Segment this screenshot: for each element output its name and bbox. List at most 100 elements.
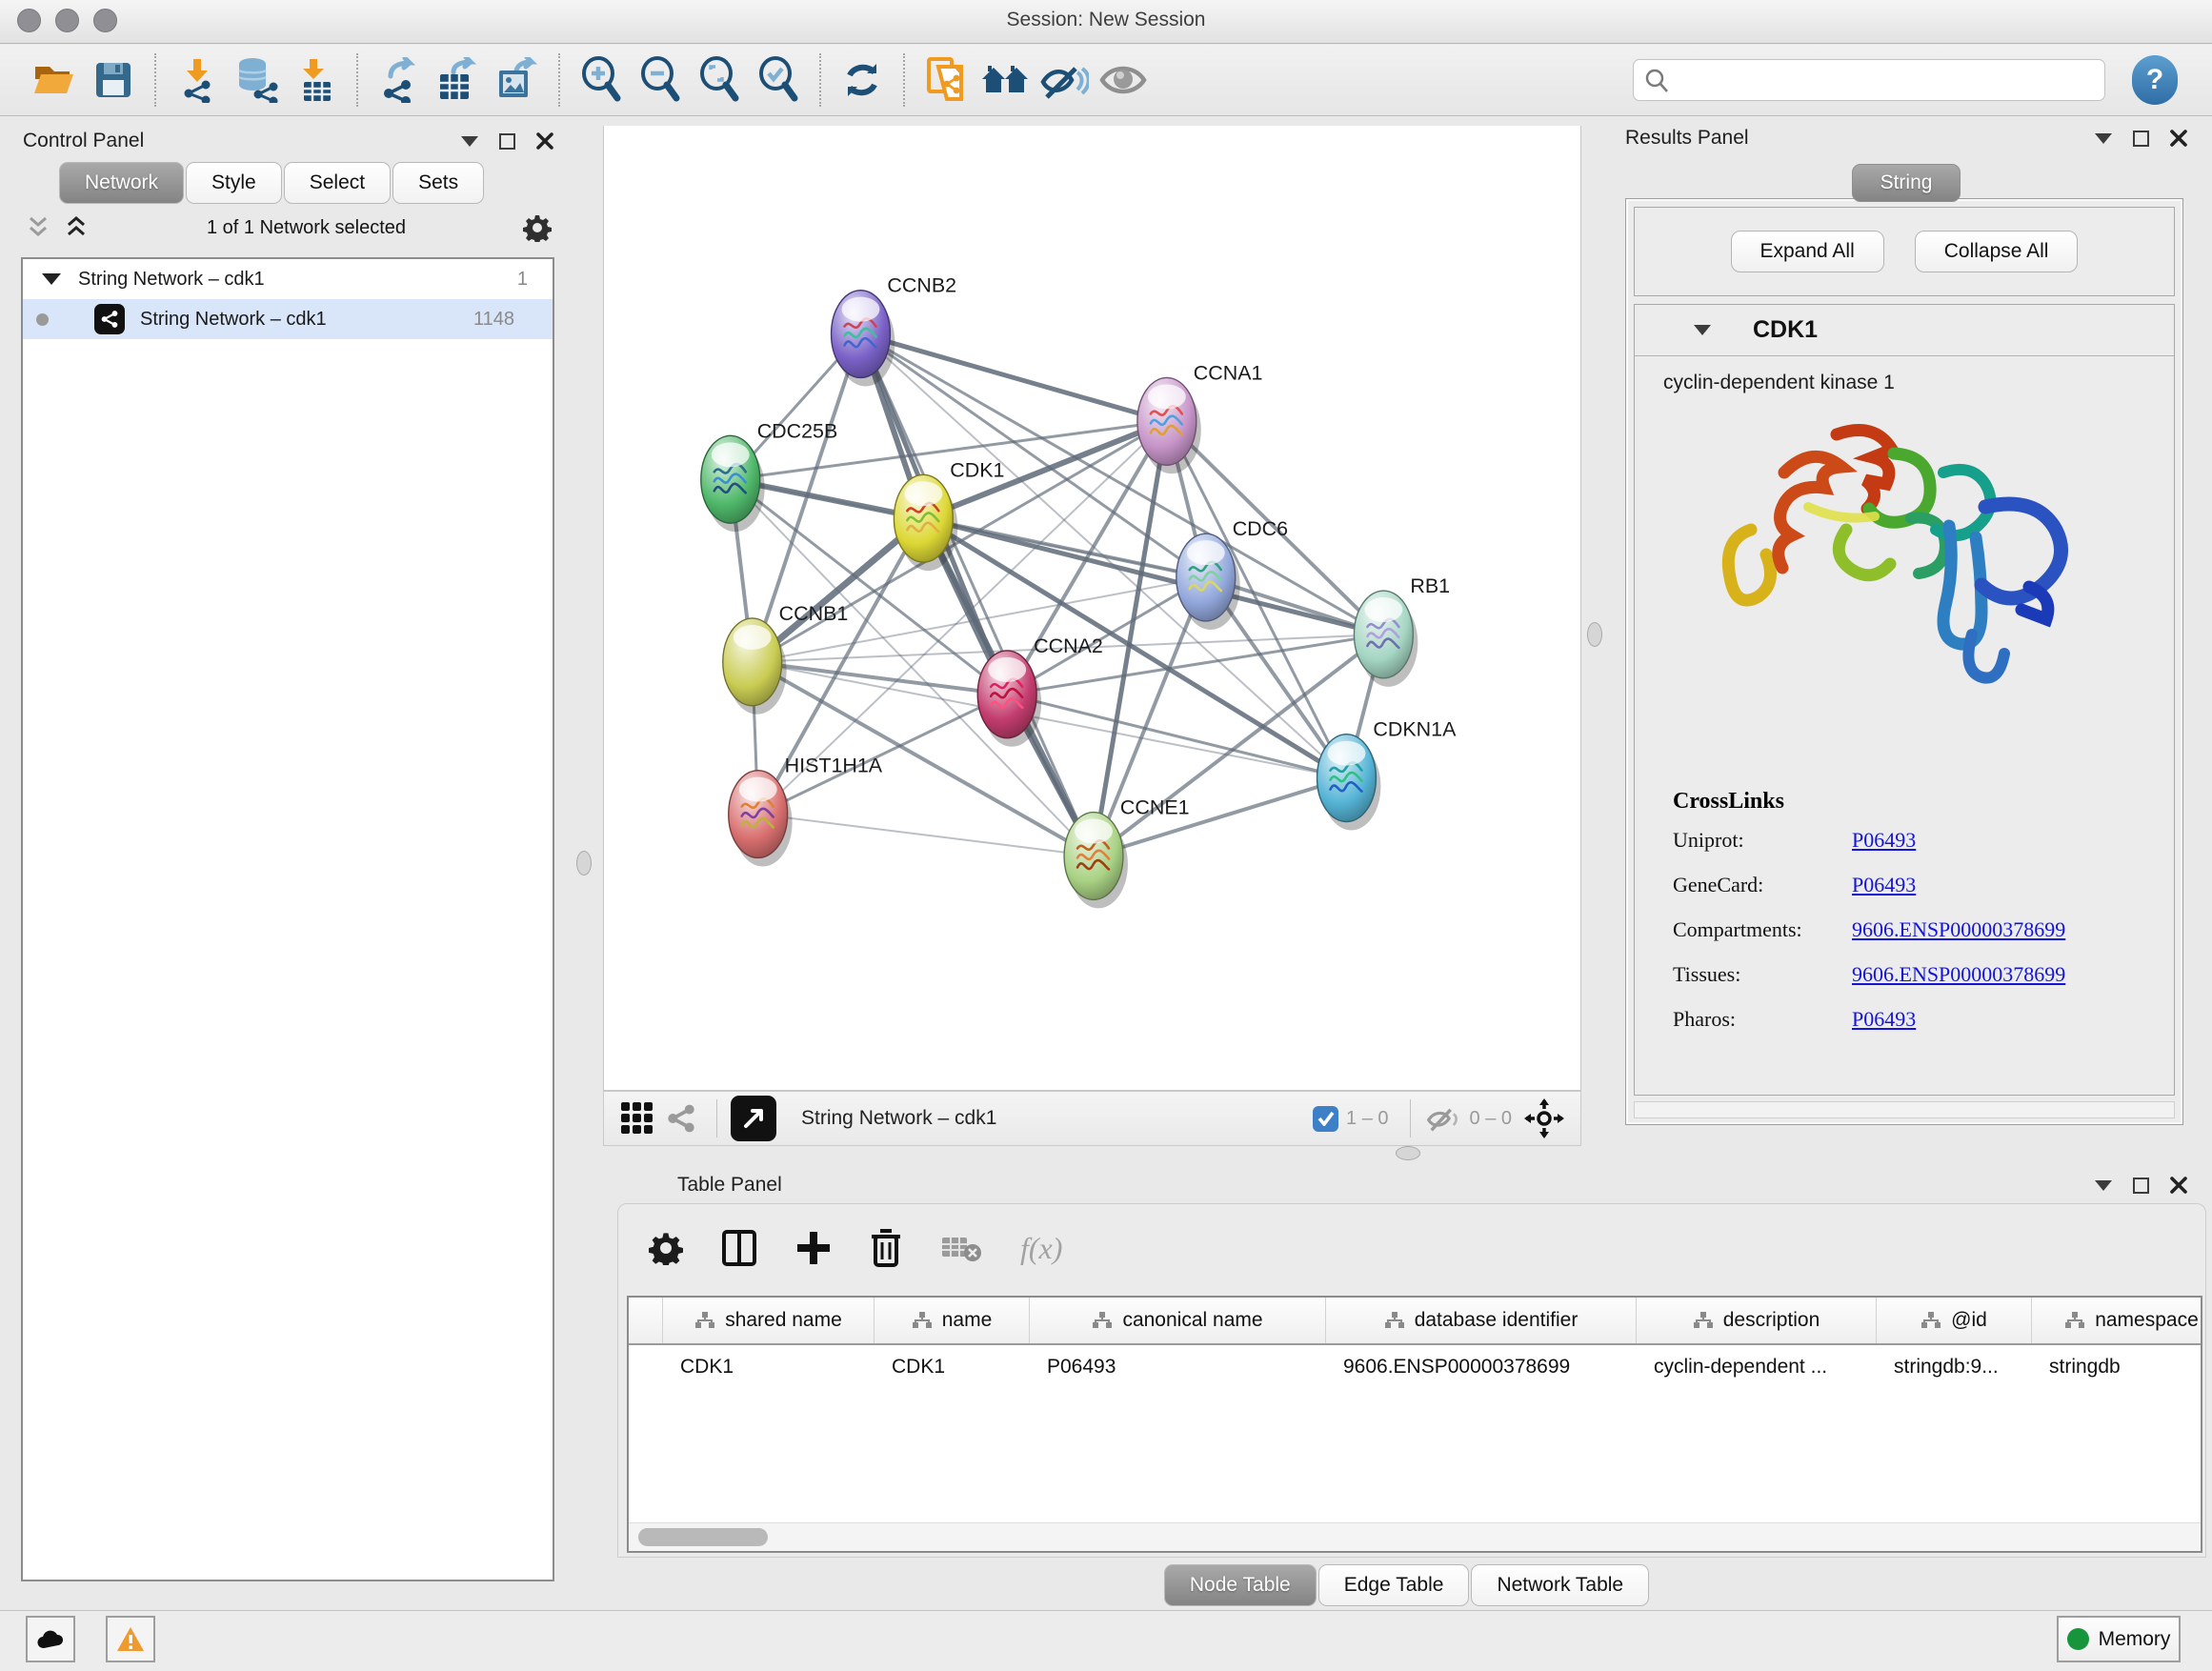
panel-menu-icon[interactable] bbox=[461, 136, 478, 147]
column-header-namespace[interactable]: namespace bbox=[2032, 1298, 2202, 1343]
crosslink-label: Uniprot: bbox=[1673, 828, 1852, 853]
panel-float-icon[interactable] bbox=[2133, 131, 2149, 147]
import-network-database-icon[interactable] bbox=[227, 50, 286, 110]
network-list-icon[interactable] bbox=[659, 1097, 703, 1140]
tab-string[interactable]: String bbox=[1852, 164, 1961, 202]
panel-menu-icon[interactable] bbox=[2095, 133, 2112, 144]
network-collection-row[interactable]: String Network – cdk1 1 bbox=[23, 259, 553, 299]
panel-close-icon[interactable] bbox=[2170, 1177, 2187, 1194]
expand-all-icon[interactable] bbox=[63, 215, 90, 240]
network-node-CDKN1A[interactable]: CDKN1A bbox=[1317, 718, 1458, 831]
delete-column-icon[interactable] bbox=[870, 1229, 902, 1267]
network-row[interactable]: String Network – cdk1 11 48 bbox=[23, 299, 553, 339]
crosslink-row: GeneCard:P06493 bbox=[1673, 873, 2174, 917]
network-edge[interactable] bbox=[860, 334, 1166, 422]
tab-network-table[interactable]: Network Table bbox=[1471, 1564, 1649, 1606]
column-header-description[interactable]: description bbox=[1637, 1298, 1877, 1343]
save-session-icon[interactable] bbox=[84, 50, 143, 110]
zoom-fit-icon[interactable] bbox=[690, 50, 749, 110]
panel-close-icon[interactable] bbox=[2170, 130, 2187, 147]
network-edge[interactable] bbox=[860, 334, 1094, 856]
network-selection-status: 1 of 1 Network selected bbox=[90, 217, 523, 239]
fit-selected-crosshair-icon[interactable] bbox=[1519, 1096, 1569, 1141]
panel-close-icon[interactable] bbox=[536, 132, 553, 150]
column-header-canonical-name[interactable]: canonical name bbox=[1030, 1298, 1326, 1343]
table-row[interactable]: CDK1CDK1P064939606.ENSP00000378699cyclin… bbox=[629, 1345, 2201, 1389]
export-network-icon[interactable] bbox=[370, 50, 429, 110]
table-settings-gear-icon[interactable] bbox=[649, 1231, 683, 1265]
section-collapse-icon[interactable] bbox=[1694, 325, 1711, 335]
panel-menu-icon[interactable] bbox=[2095, 1180, 2112, 1191]
network-canvas[interactable]: CCNB2CCNA1CDC25BCDK1CDC6RB1CCNB1CCNA2CDK… bbox=[603, 126, 1581, 1091]
crosslink-link[interactable]: P06493 bbox=[1852, 828, 1916, 853]
collapse-all-icon[interactable] bbox=[25, 215, 51, 240]
grid-view-icon[interactable] bbox=[615, 1097, 659, 1140]
crosslink-link[interactable]: P06493 bbox=[1852, 873, 1916, 897]
network-node-RB1[interactable]: RB1 bbox=[1354, 574, 1450, 687]
duplicate-network-icon[interactable] bbox=[916, 50, 975, 110]
network-edge[interactable] bbox=[753, 662, 1007, 695]
tab-sets[interactable]: Sets bbox=[392, 162, 484, 204]
zoom-in-icon[interactable] bbox=[572, 50, 631, 110]
tab-style[interactable]: Style bbox=[186, 162, 282, 204]
column-type-icon bbox=[1384, 1311, 1405, 1330]
import-table-file-icon[interactable] bbox=[286, 50, 345, 110]
gene-section-header[interactable]: CDK1 bbox=[1635, 305, 2174, 356]
cloud-button[interactable] bbox=[26, 1616, 75, 1662]
table-cell: cyclin-dependent ... bbox=[1637, 1356, 1877, 1379]
collapse-all-button[interactable]: Collapse All bbox=[1915, 231, 2079, 272]
refresh-icon[interactable] bbox=[833, 50, 892, 110]
crosslink-link[interactable]: 9606.ENSP00000378699 bbox=[1852, 917, 2065, 942]
tree-expand-icon[interactable] bbox=[42, 273, 61, 285]
show-hide-panel-icon[interactable] bbox=[1035, 50, 1094, 110]
table-panel-title: Table Panel bbox=[677, 1174, 782, 1197]
crosslink-label: Tissues: bbox=[1673, 962, 1852, 987]
crosslink-link[interactable]: 9606.ENSP00000378699 bbox=[1852, 962, 2065, 987]
network-node-HIST1H1A[interactable]: HIST1H1A bbox=[729, 755, 883, 867]
warnings-button[interactable] bbox=[106, 1616, 155, 1662]
tab-network[interactable]: Network bbox=[59, 162, 184, 204]
export-table-icon[interactable] bbox=[429, 50, 488, 110]
network-node-count: 11 bbox=[473, 309, 493, 331]
network-node-CCNA1[interactable]: CCNA1 bbox=[1137, 361, 1263, 473]
tab-select[interactable]: Select bbox=[284, 162, 391, 204]
zoom-out-icon[interactable] bbox=[631, 50, 690, 110]
column-header--id[interactable]: @id bbox=[1877, 1298, 2032, 1343]
hidden-eye-icon[interactable] bbox=[1424, 1103, 1462, 1134]
results-scroll-strip[interactable] bbox=[1634, 1101, 2175, 1118]
network-node-CCNB2[interactable]: CCNB2 bbox=[832, 274, 957, 387]
export-image-icon[interactable] bbox=[488, 50, 547, 110]
table-horizontal-scrollbar[interactable] bbox=[629, 1522, 2201, 1551]
crosslink-label: Pharos: bbox=[1673, 1007, 1852, 1032]
panel-float-icon[interactable] bbox=[499, 133, 515, 150]
toolbar-separator bbox=[558, 53, 560, 107]
help-button[interactable]: ? bbox=[2132, 55, 2178, 105]
panel-float-icon[interactable] bbox=[2133, 1178, 2149, 1194]
column-header-shared-name[interactable]: shared name bbox=[663, 1298, 875, 1343]
crosslink-link[interactable]: P06493 bbox=[1852, 1007, 1916, 1032]
memory-button[interactable]: Memory bbox=[2057, 1616, 2181, 1662]
toolbar-separator bbox=[1410, 1099, 1411, 1137]
control-panel-title: Control Panel bbox=[23, 130, 144, 152]
search-input[interactable] bbox=[1633, 59, 2105, 101]
tab-node-table[interactable]: Node Table bbox=[1164, 1564, 1317, 1606]
home-icon[interactable] bbox=[975, 50, 1035, 110]
add-column-icon[interactable] bbox=[795, 1230, 832, 1266]
gear-icon[interactable] bbox=[523, 213, 552, 242]
open-session-icon[interactable] bbox=[25, 50, 84, 110]
node-table[interactable]: shared namenamecanonical namedatabase id… bbox=[627, 1296, 2202, 1553]
left-splitter-handle[interactable] bbox=[576, 851, 592, 876]
selected-checkbox-icon[interactable] bbox=[1313, 1106, 1338, 1132]
column-header-database-identifier[interactable]: database identifier bbox=[1326, 1298, 1637, 1343]
import-network-file-icon[interactable] bbox=[168, 50, 227, 110]
network-edge[interactable] bbox=[758, 815, 1094, 856]
scrollbar-thumb[interactable] bbox=[638, 1528, 768, 1546]
column-header-name[interactable]: name bbox=[875, 1298, 1030, 1343]
split-columns-icon[interactable] bbox=[721, 1229, 757, 1267]
tab-edge-table[interactable]: Edge Table bbox=[1318, 1564, 1470, 1606]
network-node-CCNE1[interactable]: CCNE1 bbox=[1064, 796, 1190, 909]
expand-all-button[interactable]: Expand All bbox=[1731, 231, 1884, 272]
zoom-selected-icon[interactable] bbox=[749, 50, 808, 110]
table-cell: 9606.ENSP00000378699 bbox=[1326, 1356, 1637, 1379]
birds-eye-view-icon[interactable] bbox=[731, 1096, 776, 1141]
